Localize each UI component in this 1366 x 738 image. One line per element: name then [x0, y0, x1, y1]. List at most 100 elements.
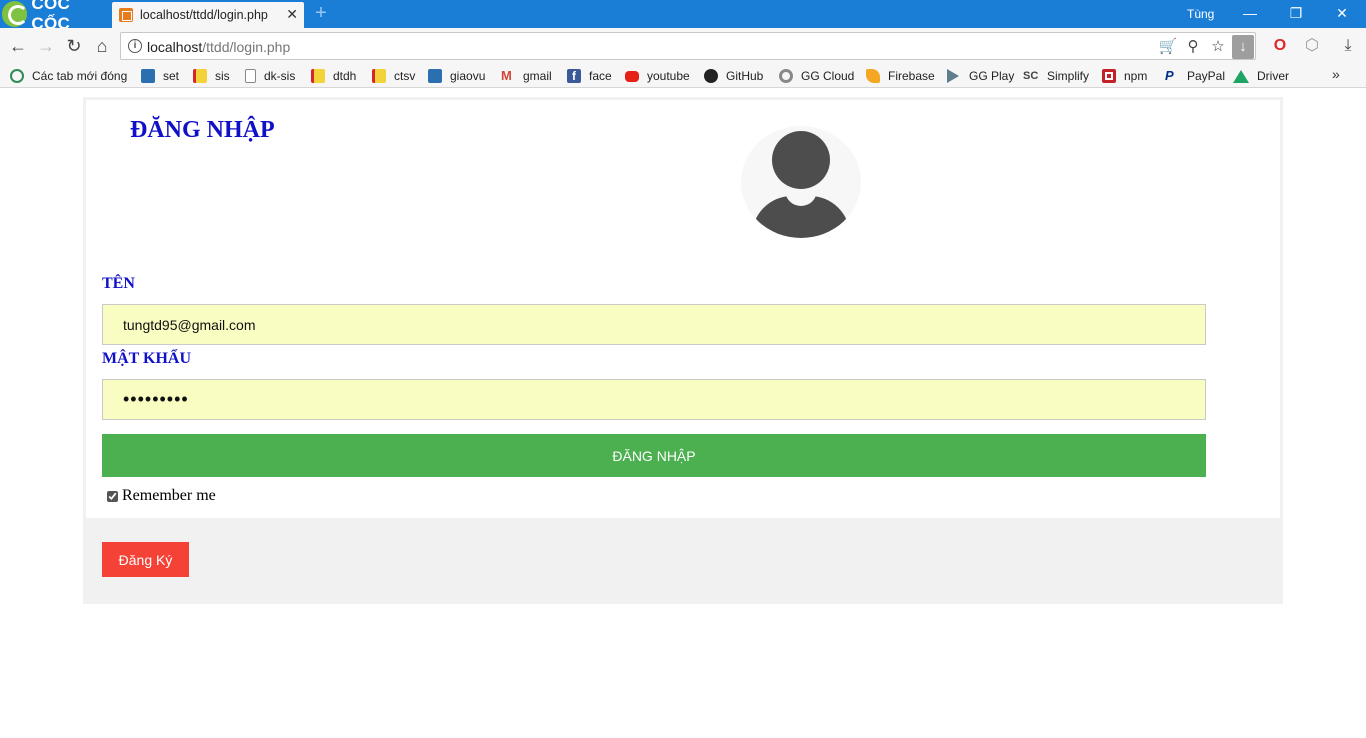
login-heading: ĐĂNG NHẬP: [130, 117, 275, 143]
avatar-icon: [741, 126, 861, 238]
home-icon[interactable]: ⌂: [90, 34, 114, 58]
bookmark-label: Firebase: [888, 69, 935, 83]
downloads-icon[interactable]: ⤓: [1337, 34, 1359, 58]
star-icon[interactable]: ☆: [1209, 37, 1227, 57]
password-label: MẬT KHẨU: [102, 350, 192, 367]
bookmark-label: set: [163, 69, 180, 83]
login-form: ĐĂNG NHẬP TÊN MẬT KHẨU ĐĂNG NHẬP Remembe…: [86, 100, 1280, 518]
url-host: localhost: [147, 39, 203, 55]
register-button[interactable]: Đăng Ký: [102, 542, 189, 577]
back-icon[interactable]: ←: [6, 34, 30, 58]
tab-close-icon[interactable]: ✕: [286, 6, 298, 23]
bookmark-dk-sis[interactable]: dk-sis: [245, 67, 295, 85]
bookmark-label: GG Cloud: [801, 69, 855, 83]
bookmark-ctsv[interactable]: ctsv: [372, 67, 415, 85]
info-icon[interactable]: i: [128, 39, 142, 53]
paypal-icon: P: [1165, 68, 1174, 83]
remember-checkbox[interactable]: [107, 490, 118, 502]
key-icon[interactable]: ⚲: [1185, 37, 1201, 57]
page-content: ĐĂNG NHẬP TÊN MẬT KHẨU ĐĂNG NHẬP Remembe…: [0, 89, 1366, 738]
extension-icon[interactable]: ⬡: [1301, 34, 1323, 58]
xampp-favicon-icon: [119, 8, 133, 22]
address-bar[interactable]: i localhost/ttdd/login.php 🛒 ⚲ ☆ ↓: [120, 32, 1256, 60]
restore-button[interactable]: ❐: [1273, 0, 1319, 28]
page-icon: [245, 69, 256, 83]
download-icon[interactable]: ↓: [1232, 35, 1254, 59]
bookmark-label: face: [589, 69, 612, 83]
tab-login[interactable]: localhost/ttdd/login.php ✕: [112, 2, 304, 28]
login-button[interactable]: ĐĂNG NHẬP: [102, 434, 1206, 477]
bookmark-label: sis: [215, 69, 230, 83]
bookmark-youtube[interactable]: youtube: [625, 67, 690, 85]
new-tab-button[interactable]: +: [311, 3, 331, 23]
bookmarks-bar: Các tab mới đóng set sis dk-sis dtdh cts…: [0, 64, 1366, 88]
bookmark-recent-tabs[interactable]: Các tab mới đóng: [10, 67, 127, 85]
bookmark-label: npm: [1124, 69, 1148, 83]
bookmark-label: Các tab mới đóng: [32, 69, 128, 83]
bookmark-label: PayPal: [1187, 69, 1226, 83]
drive-icon: [1233, 69, 1249, 83]
bookmark-paypal[interactable]: P PayPal: [1165, 67, 1225, 85]
username-field[interactable]: [102, 304, 1206, 345]
bookmark-driver[interactable]: Driver: [1233, 67, 1289, 85]
bookmark-label: GitHub: [726, 69, 764, 83]
bookmark-github[interactable]: GitHub: [704, 67, 763, 85]
bookmark-giaovu[interactable]: giaovu: [428, 67, 485, 85]
reload-icon[interactable]: ↻: [62, 34, 86, 58]
minimize-button[interactable]: —: [1227, 0, 1273, 28]
site-icon: [311, 69, 325, 83]
avatar-head: [772, 131, 830, 189]
bookmarks-more-button[interactable]: »: [1332, 66, 1340, 82]
bookmark-firebase[interactable]: Firebase: [866, 67, 935, 85]
bookmark-sis[interactable]: sis: [193, 67, 230, 85]
github-icon: [704, 69, 718, 83]
site-icon: [428, 69, 442, 83]
address-url: localhost/ttdd/login.php: [147, 39, 290, 55]
bookmark-label: youtube: [647, 69, 690, 83]
bookmark-gg-cloud[interactable]: GG Cloud: [779, 67, 854, 85]
firebase-icon: [866, 69, 880, 83]
browser-brand[interactable]: CỐC CỐC: [0, 0, 112, 33]
bookmark-label: ctsv: [394, 69, 416, 83]
title-bar: CỐC CỐC localhost/ttdd/login.php ✕ + Tùn…: [0, 0, 1366, 33]
bookmark-set[interactable]: set: [141, 67, 179, 85]
site-icon: [141, 69, 155, 83]
youtube-icon: [625, 70, 639, 82]
bookmark-simplify[interactable]: SC Simplify: [1023, 67, 1089, 85]
bookmark-label: GG Play: [969, 69, 1015, 83]
bookmark-label: giaovu: [450, 69, 486, 83]
gmail-icon: M: [501, 68, 512, 83]
remember-me[interactable]: Remember me: [107, 487, 216, 505]
cart-icon[interactable]: 🛒: [1157, 37, 1179, 57]
bookmark-label: dtdh: [333, 69, 357, 83]
bookmark-gmail[interactable]: Mgmail: [501, 67, 552, 85]
coccoc-logo-icon: [2, 1, 29, 27]
gear-icon: [779, 69, 793, 83]
site-icon: [193, 69, 207, 83]
site-icon: [372, 69, 386, 83]
simplify-icon: SC: [1023, 70, 1039, 82]
username-label: TÊN: [102, 275, 135, 292]
close-window-button[interactable]: ✕: [1319, 0, 1365, 28]
url-path: /ttdd/login.php: [202, 39, 291, 55]
facebook-icon: f: [567, 69, 581, 83]
bookmark-npm[interactable]: npm: [1102, 67, 1147, 85]
forward-icon[interactable]: →: [34, 34, 58, 58]
remember-label: Remember me: [122, 487, 216, 504]
password-field[interactable]: [102, 379, 1206, 420]
bookmark-dtdh[interactable]: dtdh: [311, 67, 356, 85]
bookmark-gg-play[interactable]: GG Play: [947, 67, 1014, 85]
play-icon: [947, 69, 959, 83]
history-icon: [10, 69, 24, 83]
bookmark-label: gmail: [523, 69, 552, 83]
npm-icon: [1102, 69, 1116, 83]
bookmark-label: dk-sis: [264, 69, 296, 83]
profile-name[interactable]: Tùng: [1187, 7, 1214, 21]
tab-title: localhost/ttdd/login.php: [140, 8, 268, 22]
bookmark-label: Simplify: [1047, 69, 1090, 83]
login-container: ĐĂNG NHẬP TÊN MẬT KHẨU ĐĂNG NHẬP Remembe…: [83, 97, 1283, 604]
bookmark-face[interactable]: f face: [567, 67, 612, 85]
bookmark-label: Driver: [1257, 69, 1289, 83]
navigation-toolbar: ← → ↻ ⌂ i localhost/ttdd/login.php 🛒 ⚲ ☆…: [0, 28, 1366, 64]
opera-icon[interactable]: O: [1269, 34, 1291, 58]
